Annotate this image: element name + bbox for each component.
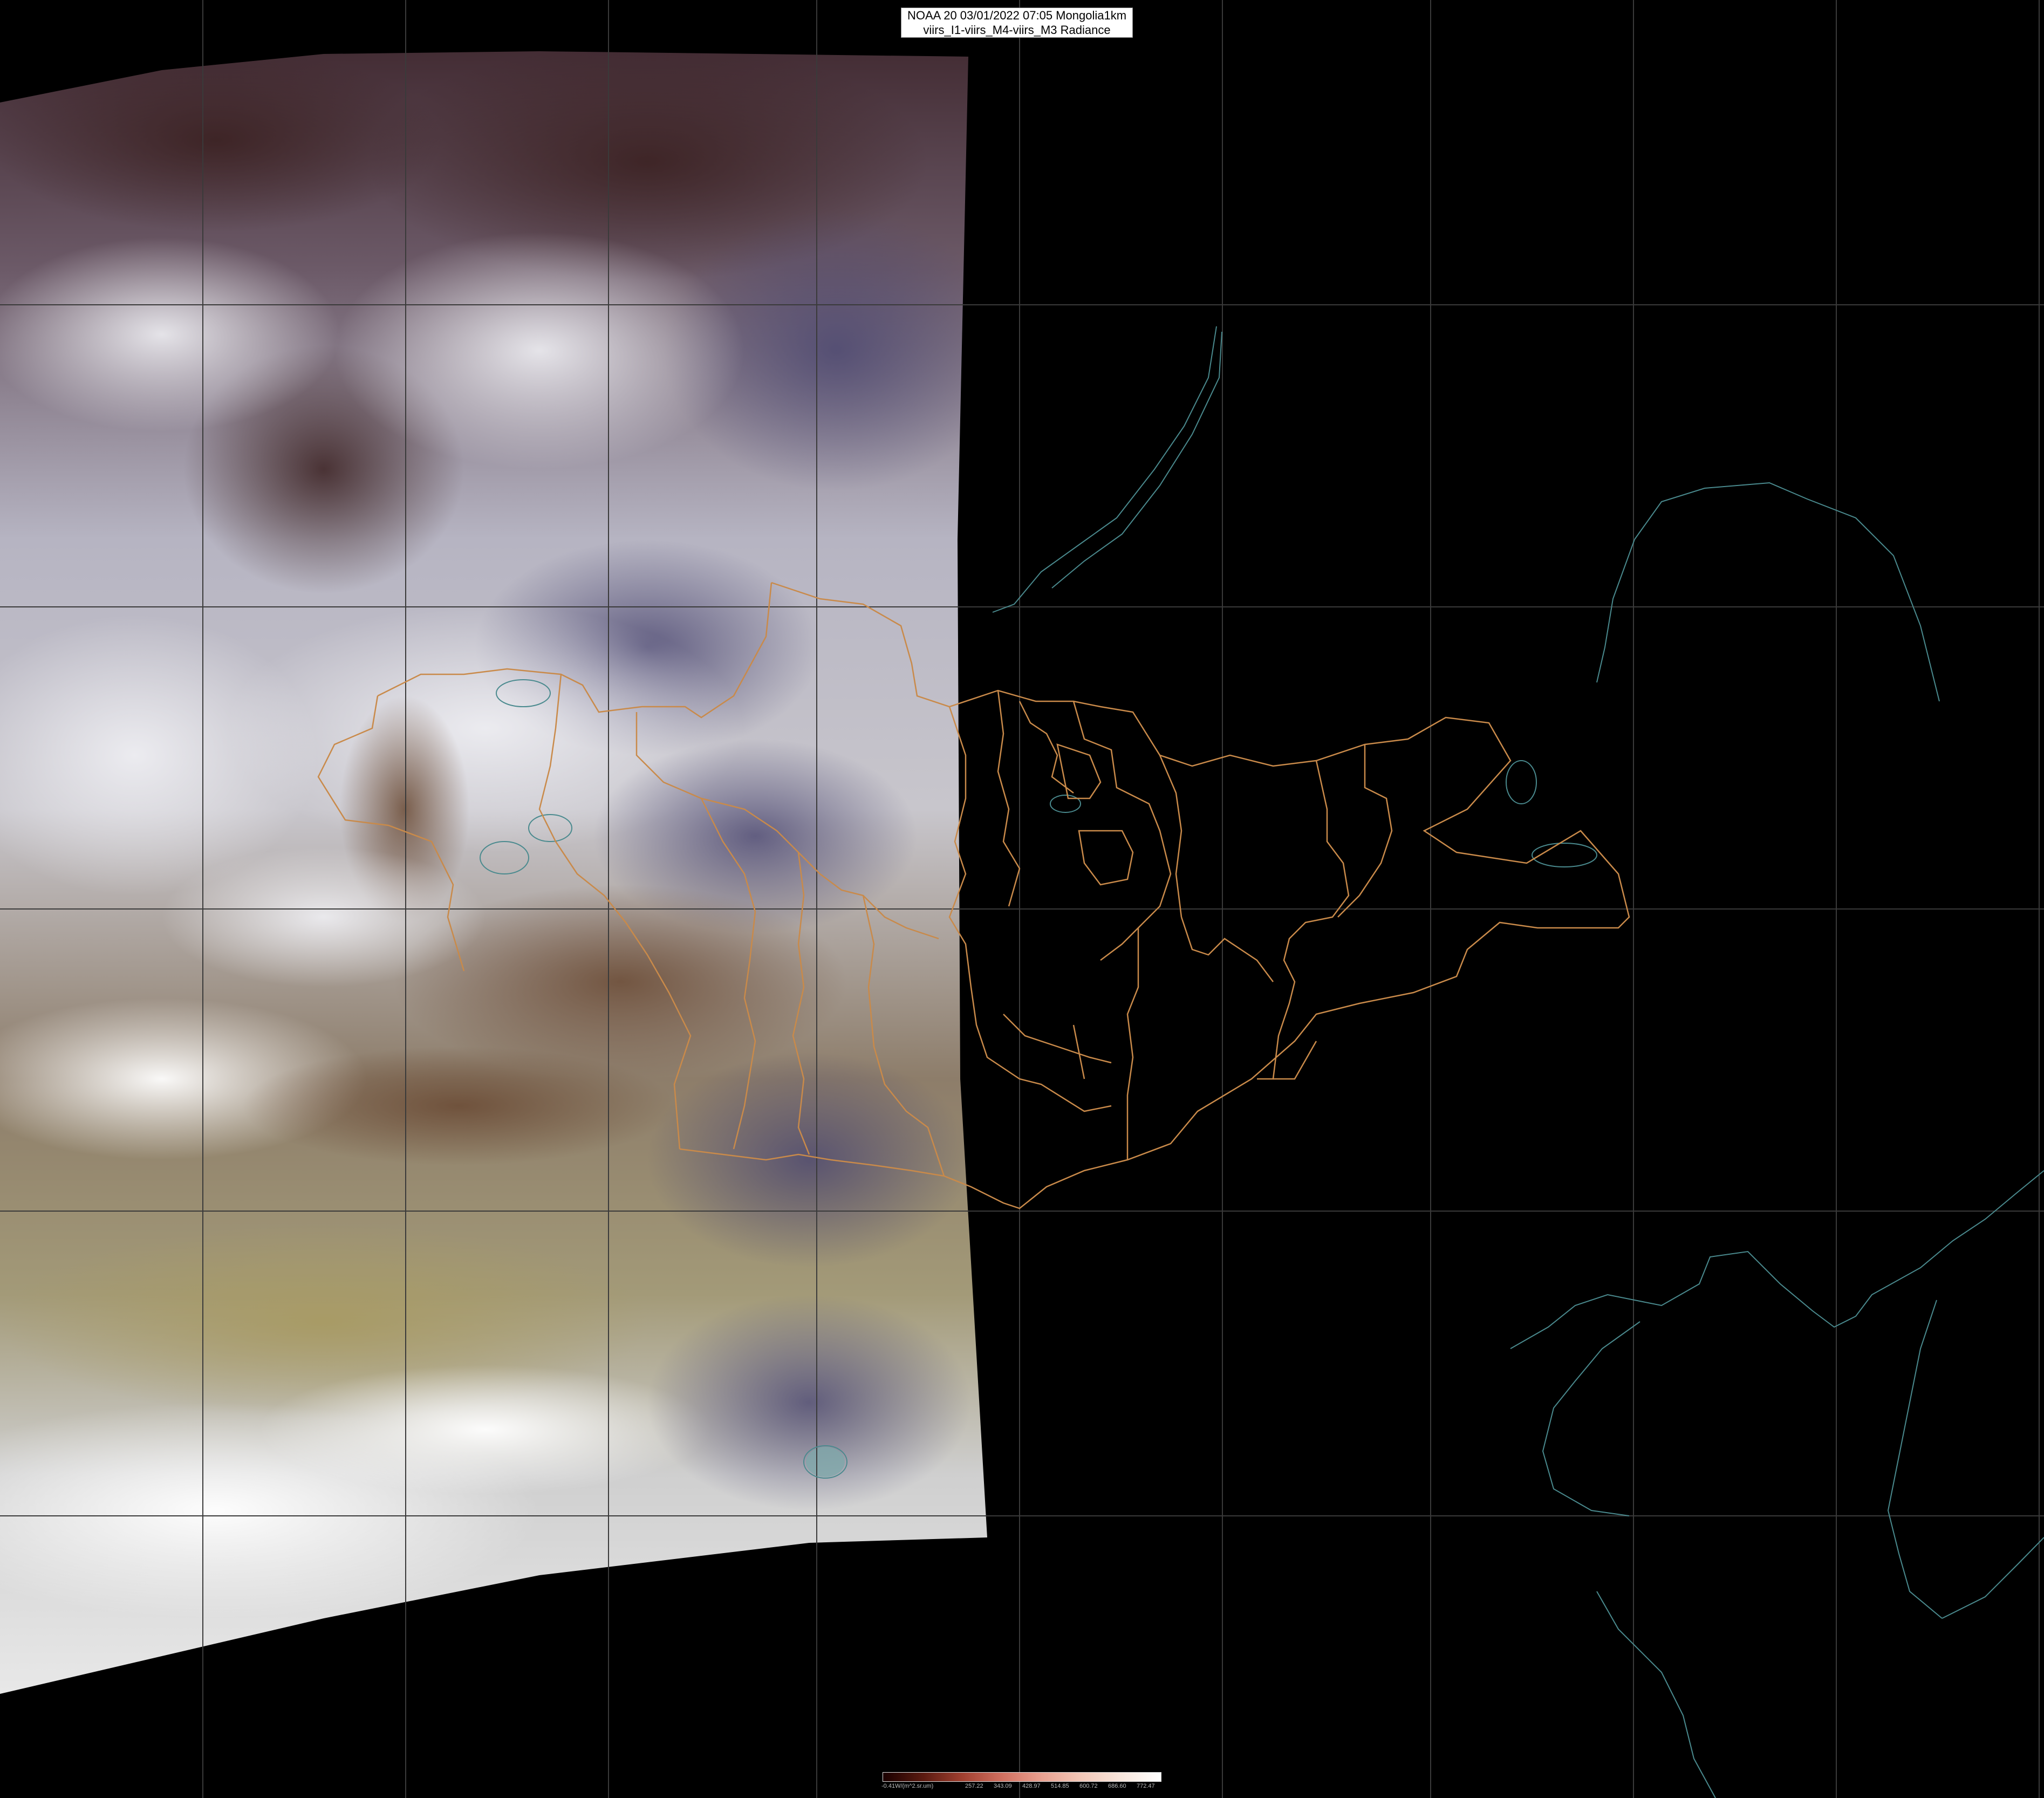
colorbar-label: -0.41W/(m^2.sr.um)	[881, 1783, 934, 1789]
satellite-swath	[0, 51, 987, 1694]
colorbar-label: 772.47	[1137, 1783, 1155, 1789]
colorbar-label: 600.72	[1079, 1783, 1098, 1789]
colorbar-label: 428.97	[1022, 1783, 1041, 1789]
colorbar	[883, 1772, 1161, 1782]
colorbar-labels: -0.41W/(m^2.sr.um) 257.22 343.09 428.97 514.…	[881, 1783, 1162, 1790]
colorbar-label: 257.22	[965, 1783, 983, 1789]
satellite-map	[0, 0, 2044, 1798]
colorbar-label: 686.60	[1108, 1783, 1126, 1789]
map-title: NOAA 20 03/01/2022 07:05 Mongolia1km vii…	[901, 8, 1133, 38]
colorbar-label: 343.09	[994, 1783, 1012, 1789]
colorbar-label: 514.85	[1051, 1783, 1069, 1789]
title-line-2: viirs_I1-viirs_M4-viirs_M3 Radiance	[923, 23, 1111, 37]
title-line-1: NOAA 20 03/01/2022 07:05 Mongolia1km	[907, 9, 1127, 22]
